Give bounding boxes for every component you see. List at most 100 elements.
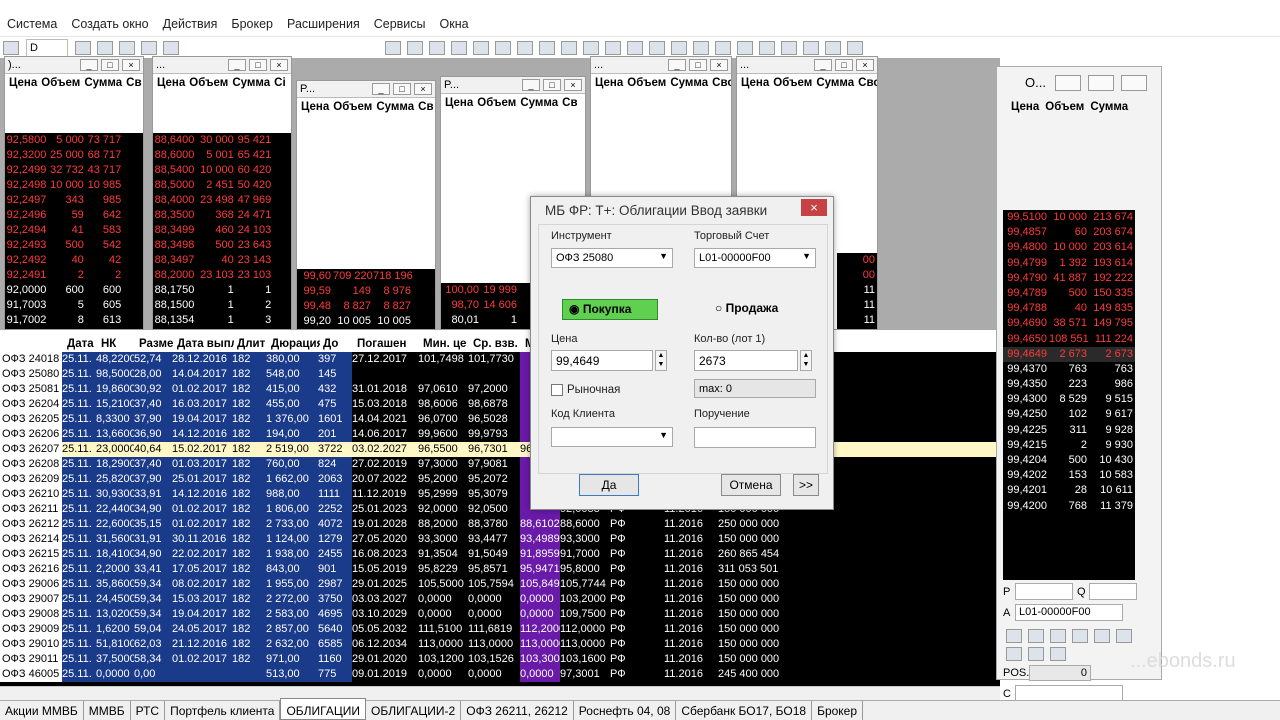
order-book-row[interactable]: 99,48 8 827 8 827: [297, 299, 435, 314]
table-row[interactable]: ОФЗ 29011 25.11. 37,5000 58,34 01.02.2017 182…: [0, 652, 1000, 667]
menu-item-create-window[interactable]: Создать окно: [64, 14, 155, 36]
order-book-row[interactable]: 92,2498 10 000 10 985: [5, 178, 143, 193]
alert-icon[interactable]: [759, 40, 775, 55]
quote-window-3-titlebar[interactable]: P... _ □ ×: [297, 81, 435, 98]
order-book-row[interactable]: 99,4250 102 9 617: [1003, 407, 1135, 422]
cancel-button[interactable]: Отмена: [721, 474, 781, 496]
minimize-icon[interactable]: _: [372, 83, 390, 95]
menu-item-services[interactable]: Сервисы: [367, 14, 433, 36]
quote-window-ofz-titlebar[interactable]: О...: [997, 67, 1161, 101]
horizontal-scrollbar[interactable]: [0, 686, 1000, 700]
maximize-icon[interactable]: □: [101, 59, 119, 71]
table-row[interactable]: ОФЗ 25081 25.11. 19,8600 30,92 01.02.2017 182…: [0, 382, 1000, 397]
order-book-row[interactable]: 11: [837, 298, 877, 313]
close-icon[interactable]: [1121, 75, 1147, 91]
column-header[interactable]: До: [320, 336, 354, 353]
table-row[interactable]: ОФЗ 25080 25.11. 98,5000 28,00 14.04.2017 182…: [0, 367, 1000, 382]
buy-icon[interactable]: [1006, 629, 1022, 643]
close-icon[interactable]: ×: [564, 79, 582, 91]
order-book-row[interactable]: 99,4215 2 9 930: [1003, 438, 1135, 453]
delete-icon[interactable]: [583, 40, 599, 55]
order-book-row[interactable]: 92,2494 41 583: [5, 223, 143, 238]
order-book-row[interactable]: 99,4649 2 673 2 673: [1003, 346, 1135, 362]
order-book-row[interactable]: 92,3200 25 000 68 717: [5, 148, 143, 163]
tab-shares-micex[interactable]: Акции ММВБ: [0, 701, 84, 720]
order-book-row[interactable]: 00: [837, 268, 877, 283]
minimize-icon[interactable]: [1055, 75, 1081, 91]
order-book-row[interactable]: 99,4690 38 571 149 795: [1003, 316, 1135, 331]
price-spinner[interactable]: ▲ ▼: [655, 350, 667, 371]
table-row[interactable]: ОФЗ 26204 25.11. 15,2100 37,40 16.03.2017 182…: [0, 397, 1000, 412]
hand-stop-icon[interactable]: [649, 40, 665, 55]
minimize-icon[interactable]: _: [80, 59, 98, 71]
close-icon[interactable]: ×: [122, 59, 140, 71]
menu-item-windows[interactable]: Окна: [433, 14, 476, 36]
info-icon[interactable]: [605, 40, 621, 55]
quote-window-5-titlebar[interactable]: ... _ □ ×: [591, 57, 731, 74]
order-book-row[interactable]: 92,2491 2 2: [5, 268, 143, 283]
ok-button[interactable]: Да: [579, 474, 639, 496]
text-icon[interactable]: [627, 40, 643, 55]
order-book-row[interactable]: 88,6000 5 001 65 421: [153, 148, 291, 163]
table-row[interactable]: ОФЗ 46005 25.11. 0,0000 0,00 513,00 775 09.01.…: [0, 667, 1000, 682]
table-row[interactable]: ОФЗ 29007 25.11. 24,4500 59,34 15.03.2017 182…: [0, 592, 1000, 607]
order-book-row[interactable]: 88,3500 368 24 471: [153, 208, 291, 223]
quote-window-2-titlebar[interactable]: ... _ □ ×: [153, 57, 291, 74]
filter-icon[interactable]: [1116, 629, 1132, 643]
order-book-row[interactable]: 91,7002 8 613: [5, 313, 143, 328]
maximize-icon[interactable]: □: [689, 59, 707, 71]
quote-window-3[interactable]: P... _ □ × Цена Объем Сумма Св 99,60 709 220 71…: [296, 80, 436, 330]
tab-ofz-26211-26212[interactable]: ОФЗ 26211, 26212: [461, 701, 574, 720]
maximize-icon[interactable]: □: [543, 79, 561, 91]
menu-item-extensions[interactable]: Расширения: [280, 14, 367, 36]
minimize-icon[interactable]: _: [814, 59, 832, 71]
table-row[interactable]: ОФЗ 26215 25.11. 18,4100 34,90 22.02.2017 182…: [0, 547, 1000, 562]
sell-radio[interactable]: ○ Продажа: [715, 301, 778, 315]
order-book-row[interactable]: 99,4202 153 10 583: [1003, 468, 1135, 483]
minimize-icon[interactable]: _: [522, 79, 540, 91]
quote-window-2[interactable]: ... _ □ × Цена Объем Сумма Сі 88,6400 30 000 95…: [152, 56, 292, 330]
close-icon[interactable]: ×: [801, 199, 827, 216]
table-row[interactable]: ОФЗ 26207 25.11. 23,0000 40,64 15.02.2017 182…: [0, 442, 1000, 457]
settings-icon[interactable]: [163, 40, 179, 55]
portfolio-icon[interactable]: [715, 40, 731, 55]
quotes-icon[interactable]: [473, 40, 489, 55]
order-book-row[interactable]: 88,6400 30 000 95 421: [153, 133, 291, 148]
order-book[interactable]: 99,60 709 220 718 196 99,59 149 8 976 99,48 8 8…: [297, 269, 435, 329]
column-header[interactable]: Погашен: [354, 336, 420, 353]
trades-icon[interactable]: [517, 40, 533, 55]
maximize-icon[interactable]: □: [835, 59, 853, 71]
order-book-row[interactable]: 99,4790 41 887 192 222: [1003, 271, 1135, 286]
tab-client-portfolio[interactable]: Портфель клиента: [165, 701, 281, 720]
expand-button[interactable]: >>: [793, 474, 819, 496]
order-book-row[interactable]: 92,0000 600 600: [5, 283, 143, 298]
table-row[interactable]: ОФЗ 26212 25.11. 22,6000 35,15 01.02.2017 182…: [0, 517, 1000, 532]
tab-rosneft[interactable]: Роснефть 04, 08: [574, 701, 677, 720]
order-book-row[interactable]: 99,4200 768 11 379: [1003, 499, 1135, 514]
interval-select[interactable]: D: [26, 38, 68, 57]
column-header[interactable]: Дата выпл: [174, 336, 234, 353]
order-book-row[interactable]: 99,4370 763 763: [1003, 362, 1135, 377]
tab-bonds-2[interactable]: ОБЛИГАЦИИ-2: [366, 701, 462, 720]
order-book-row[interactable]: 92,2496 59 642: [5, 208, 143, 223]
search-icon[interactable]: [539, 40, 555, 55]
qty-spinner[interactable]: ▲ ▼: [800, 350, 812, 371]
close-icon[interactable]: ×: [270, 59, 288, 71]
quote-window-1[interactable]: )... _ □ × Цена Объем Сумма Св 92,5800 5 000 73…: [4, 56, 144, 330]
cancel-hand-icon[interactable]: [1050, 647, 1066, 661]
price-input[interactable]: 99,4649: [551, 350, 653, 371]
column-header[interactable]: Разме: [136, 336, 174, 353]
qty-input[interactable]: 2673: [694, 350, 798, 371]
order-book-row[interactable]: 88,2000 23 103 23 103: [153, 268, 291, 283]
table-row[interactable]: ОФЗ 26208 25.11. 18,2900 37,40 01.03.2017 182…: [0, 457, 1000, 472]
order-book-row[interactable]: 88,1354 1 3: [153, 313, 291, 328]
order-book[interactable]: 92,5800 5 000 73 717 92,3200 25 000 68 717 92,…: [5, 133, 143, 329]
tab-rts[interactable]: РТС: [131, 701, 166, 720]
column-header[interactable]: Дата: [64, 336, 98, 353]
tab-sberbank[interactable]: Сбербанк БО17, БО18: [676, 701, 813, 720]
minimize-icon[interactable]: _: [228, 59, 246, 71]
table-row[interactable]: ОФЗ 24018 25.11. 48,2200 52,74 28.12.2016 182…: [0, 352, 1000, 367]
table-row[interactable]: ОФЗ 26216 25.11. 2,2000 33,41 17.05.2017 182 8…: [0, 562, 1000, 577]
order-book-row[interactable]: 99,60 709 220 718 196: [297, 269, 435, 284]
order-book-row[interactable]: 91,7003 5 605: [5, 298, 143, 313]
